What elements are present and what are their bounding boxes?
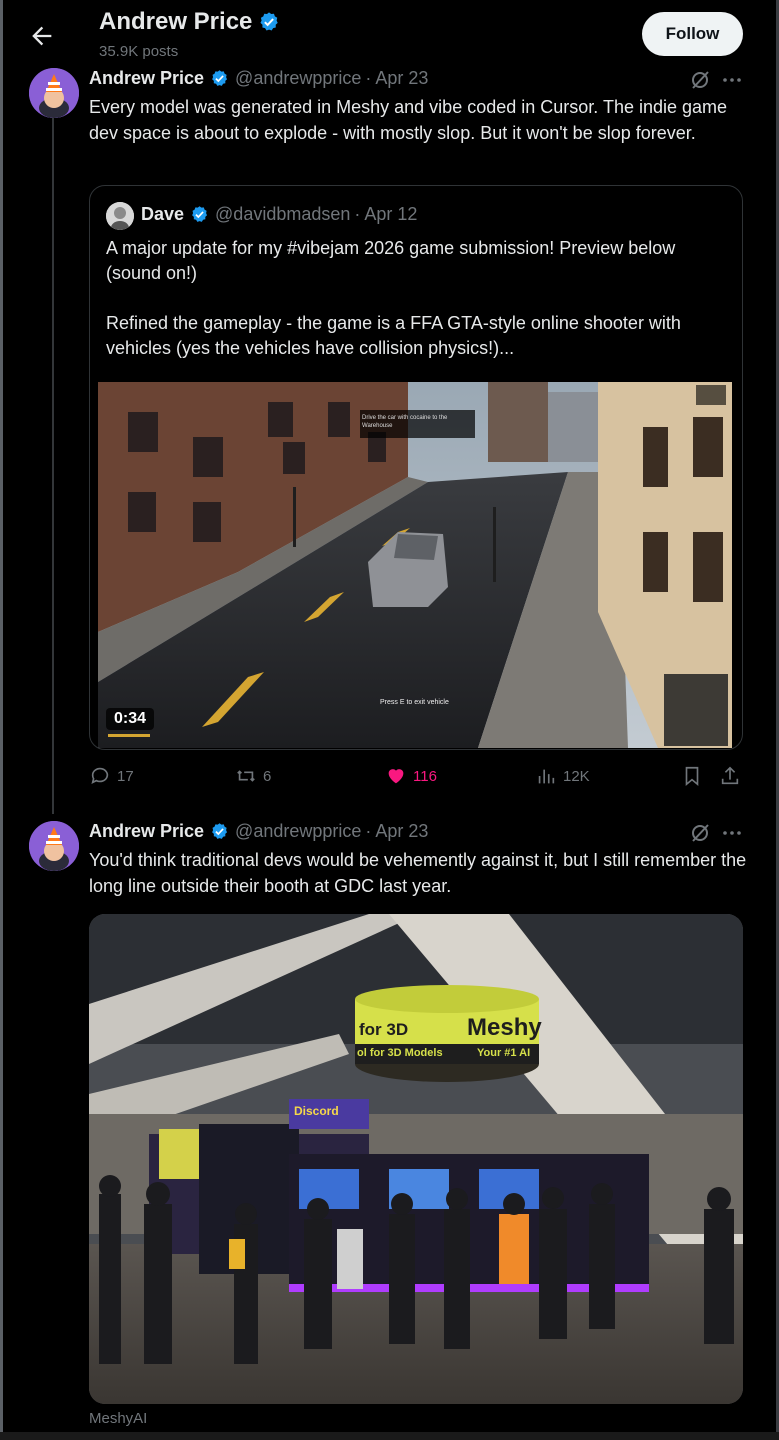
- like-button[interactable]: 116: [385, 765, 437, 787]
- avatar-image: [106, 202, 134, 230]
- tweet-date[interactable]: · Apr 23: [365, 68, 428, 89]
- reply-icon: [91, 767, 109, 784]
- follow-button[interactable]: Follow: [642, 12, 743, 56]
- quoted-tweet[interactable]: Dave @davidbmadsen · Apr 12 A major upda…: [89, 185, 743, 750]
- sign-right-text: Your #1 AI: [477, 1047, 531, 1059]
- author-name[interactable]: Andrew Price: [89, 821, 204, 842]
- profile-name: Andrew Price: [99, 8, 280, 36]
- verified-badge-icon: [212, 70, 228, 86]
- repost-icon: [237, 770, 255, 782]
- author-handle[interactable]: @andrewpprice: [235, 821, 361, 842]
- sign-bottom-text: ol for 3D Models: [357, 1047, 443, 1059]
- video-frame: [98, 382, 732, 748]
- bookmark-button[interactable]: [681, 765, 703, 787]
- tweet-date[interactable]: · Apr 12: [354, 204, 417, 225]
- quoted-text-line-1: A major update for my #vibejam 2026 game…: [106, 238, 676, 283]
- quoted-tweet-text: A major update for my #vibejam 2026 game…: [106, 236, 731, 361]
- sign-left-text: for 3D: [359, 1020, 409, 1039]
- author-name[interactable]: Dave: [141, 204, 184, 225]
- tweet-header: Andrew Price @andrewpprice · Apr 23: [89, 68, 428, 89]
- share-icon: [721, 766, 739, 785]
- mission-text: Drive the car with cocaine to the Wareho…: [362, 415, 448, 429]
- avatar[interactable]: [29, 68, 79, 118]
- post-count: 35.9K posts: [99, 43, 179, 60]
- tweet-text: Every model was generated in Meshy and v…: [89, 97, 728, 143]
- more-options-icon[interactable]: [720, 68, 744, 92]
- quoted-tweet-header: Dave @davidbmadsen · Apr 12: [141, 204, 417, 225]
- quoted-text-line-2: Refined the gameplay - the game is a FFA…: [106, 313, 681, 358]
- avatar-image: [29, 68, 79, 118]
- heart-icon: [388, 769, 404, 784]
- thread-connector: [52, 118, 54, 814]
- view-count: 12K: [563, 767, 590, 785]
- media-credit[interactable]: MeshyAI: [89, 1410, 147, 1427]
- tweet-text: You'd think traditional devs would be ve…: [89, 850, 747, 896]
- bookmark-icon: [685, 766, 699, 787]
- meshy-sign-text: Meshy: [467, 1014, 542, 1041]
- avatar-image: [29, 821, 79, 871]
- avatar[interactable]: [29, 821, 79, 871]
- profile-header: Andrew Price 35.9K posts Follow: [0, 0, 779, 68]
- video-player[interactable]: Drive the car with cocaine to the Wareho…: [98, 382, 732, 748]
- views-button[interactable]: 12K: [535, 765, 590, 787]
- verified-badge-icon: [212, 823, 228, 839]
- grok-icon[interactable]: [688, 821, 712, 845]
- tweet-date[interactable]: · Apr 23: [365, 821, 428, 842]
- photo-image: [89, 914, 743, 1404]
- vehicle-hint: Press E to exit vehicle: [380, 699, 449, 706]
- back-arrow-icon[interactable]: [28, 22, 56, 50]
- avatar[interactable]: [106, 202, 134, 230]
- repost-button[interactable]: 6: [235, 765, 271, 787]
- repost-count: 6: [263, 767, 272, 785]
- reply-count: 17: [117, 767, 134, 785]
- grok-icon[interactable]: [688, 68, 712, 92]
- author-handle[interactable]: @andrewpprice: [235, 68, 361, 89]
- verified-badge-icon: [260, 12, 279, 31]
- author-name[interactable]: Andrew Price: [89, 68, 204, 89]
- verified-badge-icon: [192, 206, 208, 222]
- more-options-icon[interactable]: [720, 821, 744, 845]
- share-button[interactable]: [719, 765, 741, 787]
- tweet-actions: 17 6 116 12K: [89, 765, 743, 793]
- reply-button[interactable]: 17: [89, 765, 134, 787]
- like-count: 116: [413, 767, 437, 785]
- discord-sign-text: Discord: [294, 1104, 339, 1118]
- author-handle[interactable]: @davidbmadsen: [215, 204, 350, 225]
- tweet-photo[interactable]: for 3D Meshy ol for 3D Models Your #1 AI…: [89, 914, 743, 1404]
- views-icon: [538, 769, 555, 784]
- window-bottom-edge: [0, 1432, 779, 1440]
- tweet-header: Andrew Price @andrewpprice · Apr 23: [89, 821, 428, 842]
- video-timestamp: 0:34: [106, 708, 155, 730]
